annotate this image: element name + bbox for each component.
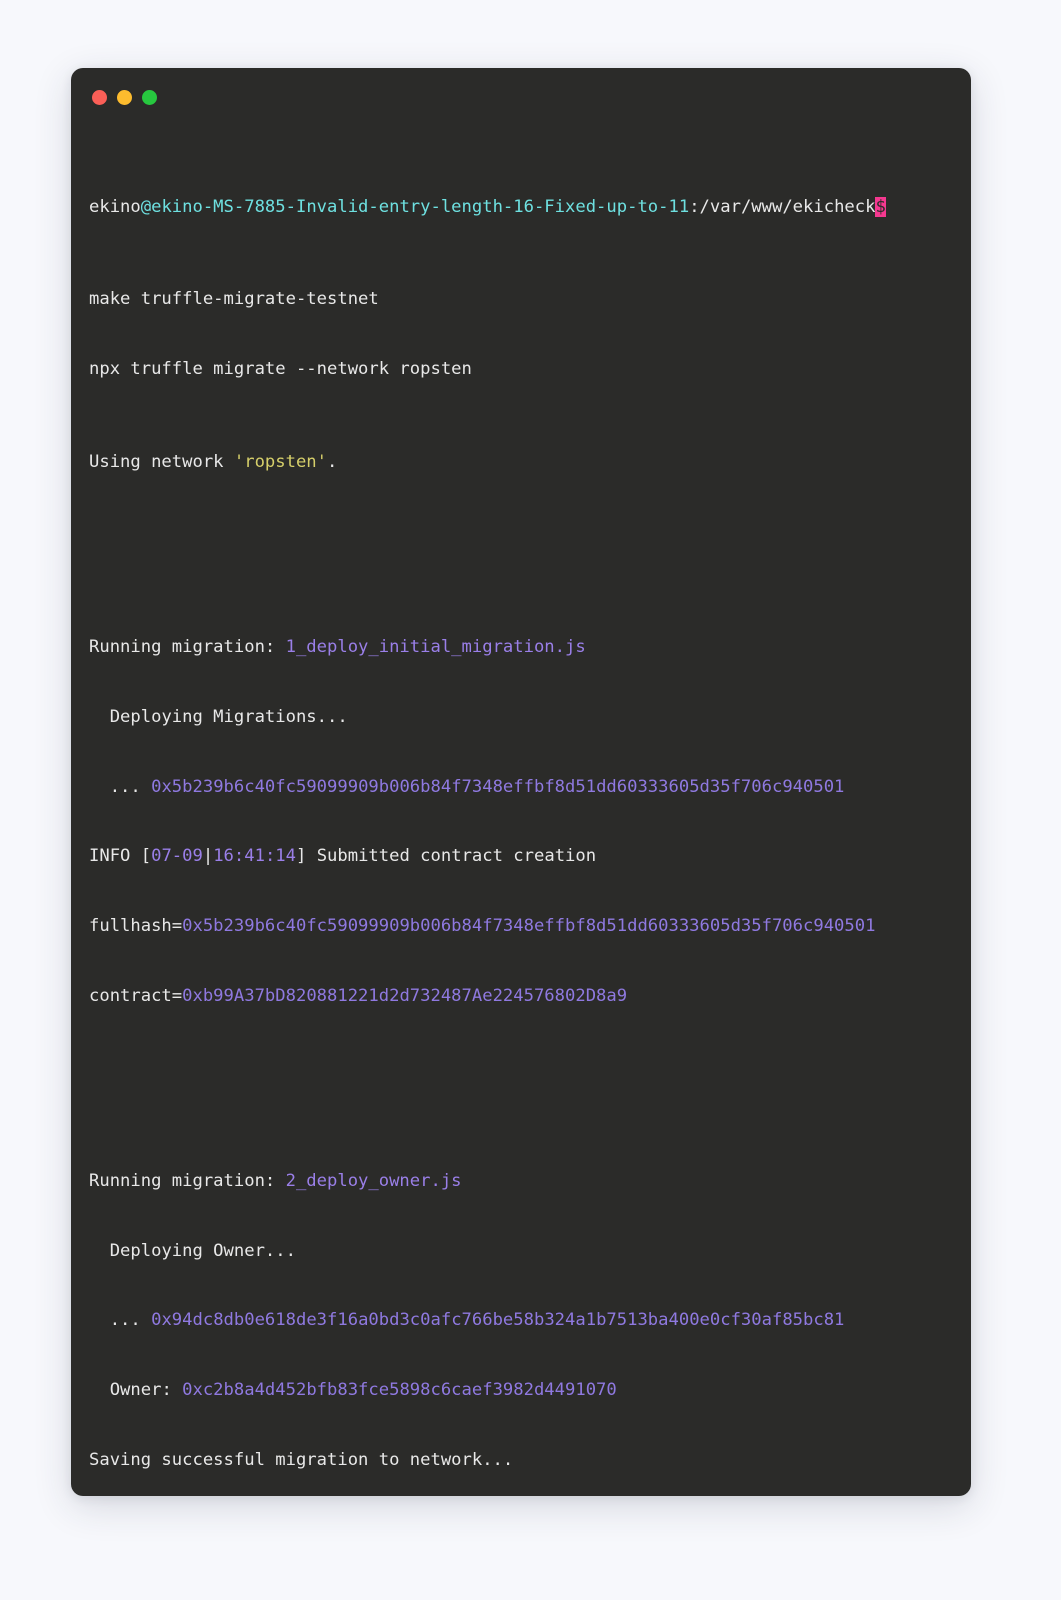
command-npx: npx truffle migrate --network ropsten: [89, 359, 472, 380]
window-titlebar: [71, 68, 971, 126]
migration2-tx: 0x94dc8db0e618de3f16a0bd3c0afc766be58b32…: [151, 1310, 845, 1331]
owner-label: Owner:: [89, 1379, 183, 1400]
using-network-value: 'ropsten': [233, 451, 328, 472]
using-network-line: Using network 'ropsten'.: [89, 451, 953, 474]
contract-value: 0xb99A37bD820881221d2d732487Ae224576802D…: [182, 985, 628, 1006]
info-date: 07-09: [151, 846, 203, 867]
saving-migration: Saving successful migration to network..…: [89, 1449, 514, 1470]
migration1-tx-line: ... 0x5b239b6c40fc59099909b006b84f7348ef…: [89, 776, 953, 799]
terminal-output[interactable]: ekino@ekino-MS-7885-Invalid-entry-length…: [71, 126, 971, 1496]
prompt-host: @ekino-MS-7885-Invalid-entry-length-16-F…: [140, 196, 690, 217]
fullhash-label: fullhash=: [89, 915, 183, 936]
migration2-header: Running migration: 2_deploy_owner.js: [89, 1170, 953, 1193]
owner-value: 0xc2b8a4d452bfb83fce5898c6caef3982d44910…: [182, 1379, 617, 1400]
using-network-suffix: .: [327, 451, 338, 472]
info-pipe: |: [202, 846, 214, 867]
info-time: 16:41:14: [213, 846, 296, 867]
migration1-contract-line: contract=0xb99A37bD820881221d2d732487Ae2…: [89, 985, 953, 1008]
fullhash-value: 0x5b239b6c40fc59099909b006b84f7348effbf8…: [182, 915, 876, 936]
prompt-line: ekino@ekino-MS-7885-Invalid-entry-length…: [89, 196, 953, 219]
migration1-file: 1_deploy_initial_migration.js: [285, 637, 586, 658]
migration1-header: Running migration: 1_deploy_initial_migr…: [89, 636, 953, 659]
migration2-tx-line: ... 0x94dc8db0e618de3f16a0bd3c0afc766be5…: [89, 1309, 953, 1332]
prompt-path: /var/www/ekicheck: [699, 196, 876, 217]
prompt-user: ekino: [89, 196, 141, 217]
migration1-dots: ...: [89, 776, 152, 797]
minimize-icon[interactable]: [117, 89, 132, 105]
info-label: INFO [: [89, 846, 152, 867]
maximize-icon[interactable]: [142, 89, 157, 105]
terminal-cursor: $: [875, 196, 886, 217]
page-root: ekino@ekino-MS-7885-Invalid-entry-length…: [0, 0, 1061, 1600]
prompt-separator: :: [689, 196, 700, 217]
contract-label: contract=: [89, 985, 183, 1006]
migration1-fullhash-line: fullhash=0x5b239b6c40fc59099909b006b84f7…: [89, 915, 953, 938]
migration2-deploying: Deploying Owner...: [89, 1240, 296, 1261]
terminal-window: ekino@ekino-MS-7885-Invalid-entry-length…: [71, 68, 971, 1496]
migration2-dots: ...: [89, 1310, 152, 1331]
close-icon[interactable]: [92, 89, 107, 105]
migration1-tx: 0x5b239b6c40fc59099909b006b84f7348effbf8…: [151, 776, 845, 797]
migration1-deploying: Deploying Migrations...: [89, 707, 348, 728]
migration1-info-line: INFO [07-09|16:41:14] Submitted contract…: [89, 845, 953, 868]
migration2-file: 2_deploy_owner.js: [285, 1171, 462, 1192]
migration2-label: Running migration:: [89, 1171, 286, 1192]
migration1-label: Running migration:: [89, 637, 286, 658]
using-network-prefix: Using network: [89, 451, 234, 472]
migration2-owner-line: Owner: 0xc2b8a4d452bfb83fce5898c6caef398…: [89, 1379, 953, 1402]
command-make: make truffle-migrate-testnet: [89, 289, 379, 310]
info-close: ] Submitted contract creation: [296, 846, 597, 867]
